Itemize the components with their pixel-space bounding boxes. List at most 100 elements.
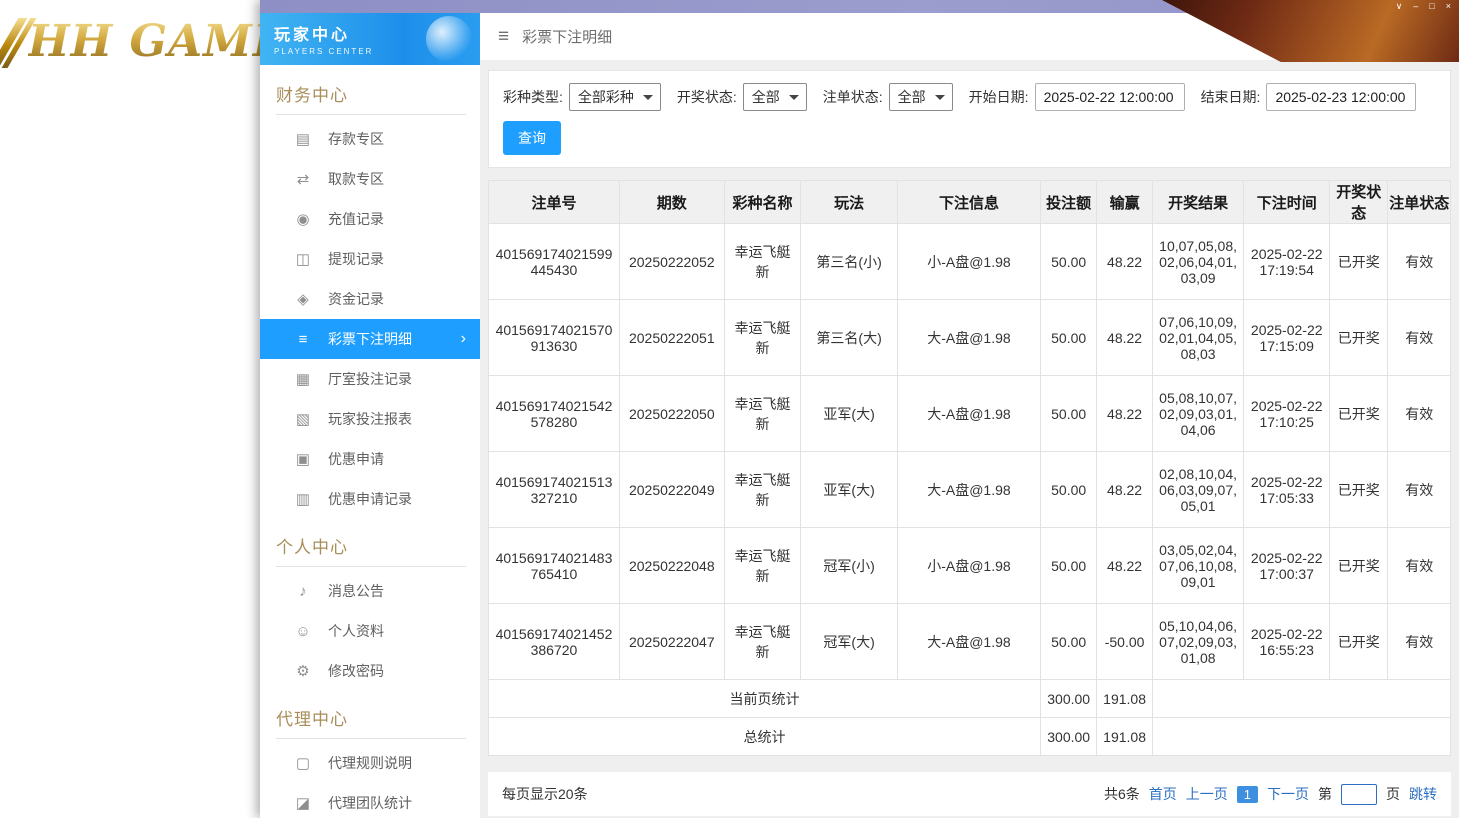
cell-order_no: 401569174021599445430 (488, 223, 620, 300)
column-header: 注单状态 (1387, 180, 1451, 224)
order-status-label: 注单状态: (822, 89, 883, 105)
sidebar-item[interactable]: ◫ 提现记录 (260, 239, 480, 279)
current-page-badge[interactable]: 1 (1236, 785, 1258, 803)
cell-amount: 50.00 (1039, 299, 1098, 376)
sidebar-item-label: 资金记录 (328, 291, 384, 307)
sidebar-item[interactable]: ☺ 个人资料 (260, 611, 480, 651)
cell-play: 冠军(大) (800, 603, 898, 680)
sidebar-item-label: 存款专区 (328, 131, 384, 147)
lottery-type-select[interactable]: 全部彩种 (568, 83, 661, 111)
cell-winloss: -50.00 (1096, 603, 1153, 680)
sidebar-item[interactable]: ≡ 彩票下注明细 › (260, 319, 480, 359)
sidebar-item[interactable]: ◈ 资金记录 (260, 279, 480, 319)
end-date-label: 结束日期: (1200, 89, 1261, 105)
page-jump-input[interactable] (1341, 783, 1377, 805)
cell-order_status: 有效 (1387, 299, 1451, 376)
table-row: 401569174021483765410 20250222048 幸运飞艇新 冠军(… (488, 527, 1451, 604)
sidebar-item[interactable]: ▦ 厅室投注记录 (260, 359, 480, 399)
query-button[interactable]: 查询 (503, 121, 561, 155)
cell-time: 2025-02-22 17:19:54 (1243, 223, 1331, 300)
cell-period: 20250222050 (618, 375, 725, 452)
page-title: 彩票下注明细 (522, 29, 613, 46)
sidebar-item-label: 个人资料 (328, 623, 384, 639)
cell-amount: 50.00 (1039, 375, 1098, 452)
app-window: ∨ – □ × 玩家中心 PLAYERS CENTER 财务中心 ▤ 存款专区 ⇄ 取款… (260, 0, 1459, 818)
chevron-down-icon[interactable]: ∨ (1396, 1, 1403, 11)
cell-lottery: 幸运飞艇新 (723, 223, 802, 300)
background-pane: HH GAME (0, 0, 286, 818)
sidebar-item[interactable]: ⚙ 修改密码 (260, 651, 480, 691)
draw-status-select[interactable]: 全部 (742, 83, 807, 111)
cell-result: 07,06,10,09,02,01,04,05,08,03 (1151, 299, 1245, 376)
brand-logo: HH GAME (28, 16, 288, 67)
cell-bet_info: 小-A盘@1.98 (896, 527, 1041, 604)
sidebar-item[interactable]: ◉ 充值记录 (260, 199, 480, 239)
chevron-right-icon: › (460, 330, 466, 347)
total-count: 共6条 (1103, 786, 1140, 802)
sidebar-item[interactable]: ▤ 存款专区 (260, 119, 480, 159)
cell-lottery: 幸运飞艇新 (723, 451, 802, 528)
cell-draw_status: 已开奖 (1329, 451, 1389, 528)
summary-blank (1151, 679, 1452, 718)
cell-play: 冠军(小) (800, 527, 898, 604)
start-date-input[interactable] (1034, 83, 1185, 111)
sidebar-item-label: 彩票下注明细 (328, 331, 412, 347)
cell-order_no: 401569174021483765410 (488, 527, 620, 604)
bell-icon: ♪ (299, 582, 307, 600)
cell-period: 20250222048 (618, 527, 725, 604)
sidebar-item[interactable]: ▥ 优惠申请记录 (260, 479, 480, 519)
table-row: 401569174021513327210 20250222049 幸运飞艇新 亚军(… (488, 451, 1451, 528)
filter-panel: 彩种类型: 全部彩种 开奖状态: 全部 注单状态: 全部 开始日期: 2025-… (488, 70, 1451, 168)
draw-status-value: 全部 (751, 89, 780, 105)
sidebar-item[interactable]: ▢ 代理规则说明 (260, 743, 480, 783)
summary-amount: 300.00 (1039, 717, 1098, 756)
column-header: 彩种名称 (723, 180, 802, 224)
sidebar-item[interactable]: ⇄ 取款专区 (260, 159, 480, 199)
sidebar-item-label: 消息公告 (328, 583, 384, 599)
sidebar-item-label: 玩家投注报表 (328, 411, 412, 427)
prev-page-link[interactable]: 上一页 (1186, 784, 1228, 804)
main-area: ≡ 彩票下注明细 彩种类型: 全部彩种 开奖状态: 全部 注单状态: 全部 开始… (480, 13, 1459, 818)
cell-play: 亚军(大) (800, 451, 898, 528)
sidebar-item[interactable]: ▧ 玩家投注报表 (260, 399, 480, 439)
page-suffix-label: 页 (1386, 786, 1400, 802)
sidebar-item[interactable]: ▣ 优惠申请 (260, 439, 480, 479)
cell-period: 20250222052 (618, 223, 725, 300)
end-date-input[interactable] (1266, 83, 1417, 111)
cell-winloss: 48.22 (1096, 451, 1153, 528)
cell-result: 10,07,05,08,02,06,04,01,03,09 (1151, 223, 1245, 300)
cell-period: 20250222049 (618, 451, 725, 528)
cell-play: 第三名(小) (800, 223, 898, 300)
cell-draw_status: 已开奖 (1329, 603, 1389, 680)
column-header: 期数 (618, 180, 725, 224)
cell-order_no: 401569174021513327210 (488, 451, 620, 528)
recharge-icon: ◉ (296, 211, 310, 228)
maximize-icon[interactable]: □ (1429, 1, 1434, 11)
cell-order_status: 有效 (1387, 527, 1451, 604)
table-row: 401569174021599445430 20250222052 幸运飞艇新 第三名… (488, 223, 1451, 300)
cell-period: 20250222051 (618, 299, 725, 376)
sidebar-item[interactable]: ♪ 消息公告 (260, 571, 480, 611)
jump-link[interactable]: 跳转 (1409, 784, 1437, 804)
cell-draw_status: 已开奖 (1329, 527, 1389, 604)
first-page-link[interactable]: 首页 (1149, 784, 1177, 804)
sidebar-item[interactable]: ◪ 代理团队统计 (260, 783, 480, 818)
table-row: 401569174021542578280 20250222050 幸运飞艇新 亚军(… (488, 375, 1451, 452)
logo-flourish (0, 18, 28, 68)
minimize-icon[interactable]: – (1413, 1, 1418, 11)
cell-time: 2025-02-22 17:00:37 (1243, 527, 1331, 604)
column-header: 注单号 (488, 180, 620, 224)
sidebar-item-label: 代理规则说明 (328, 755, 412, 771)
hamburger-icon[interactable]: ≡ (498, 26, 509, 48)
column-header: 投注额 (1039, 180, 1098, 224)
cell-amount: 50.00 (1039, 527, 1098, 604)
next-page-link[interactable]: 下一页 (1267, 784, 1309, 804)
order-status-select[interactable]: 全部 (888, 83, 953, 111)
close-icon[interactable]: × (1446, 1, 1451, 11)
order-status-value: 全部 (897, 89, 926, 105)
cell-lottery: 幸运飞艇新 (723, 375, 802, 452)
cell-result: 03,05,02,04,07,06,10,08,09,01 (1151, 527, 1245, 604)
cell-bet_info: 大-A盘@1.98 (896, 451, 1041, 528)
column-header: 开奖状态 (1329, 180, 1389, 224)
promo-apply-icon: ▣ (295, 451, 311, 468)
